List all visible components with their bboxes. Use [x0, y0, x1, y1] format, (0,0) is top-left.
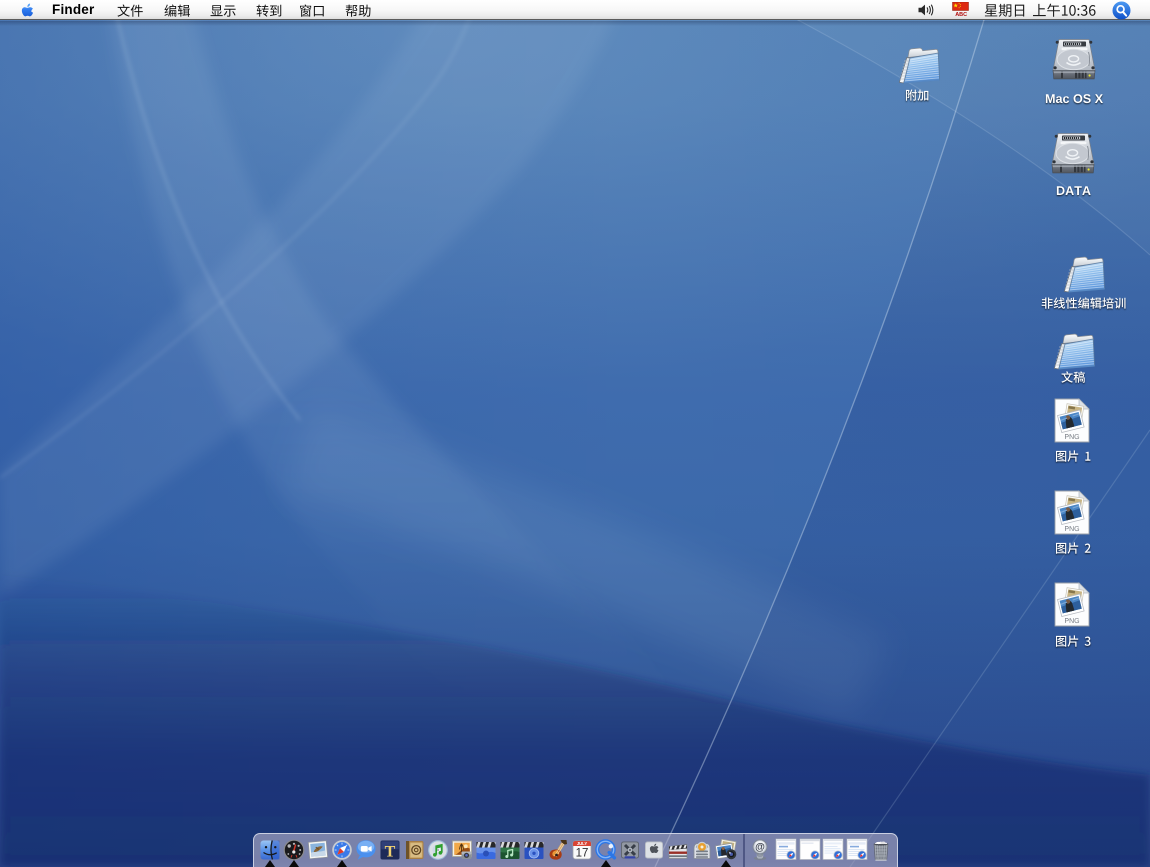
svg-text:ABC: ABC — [955, 12, 967, 17]
